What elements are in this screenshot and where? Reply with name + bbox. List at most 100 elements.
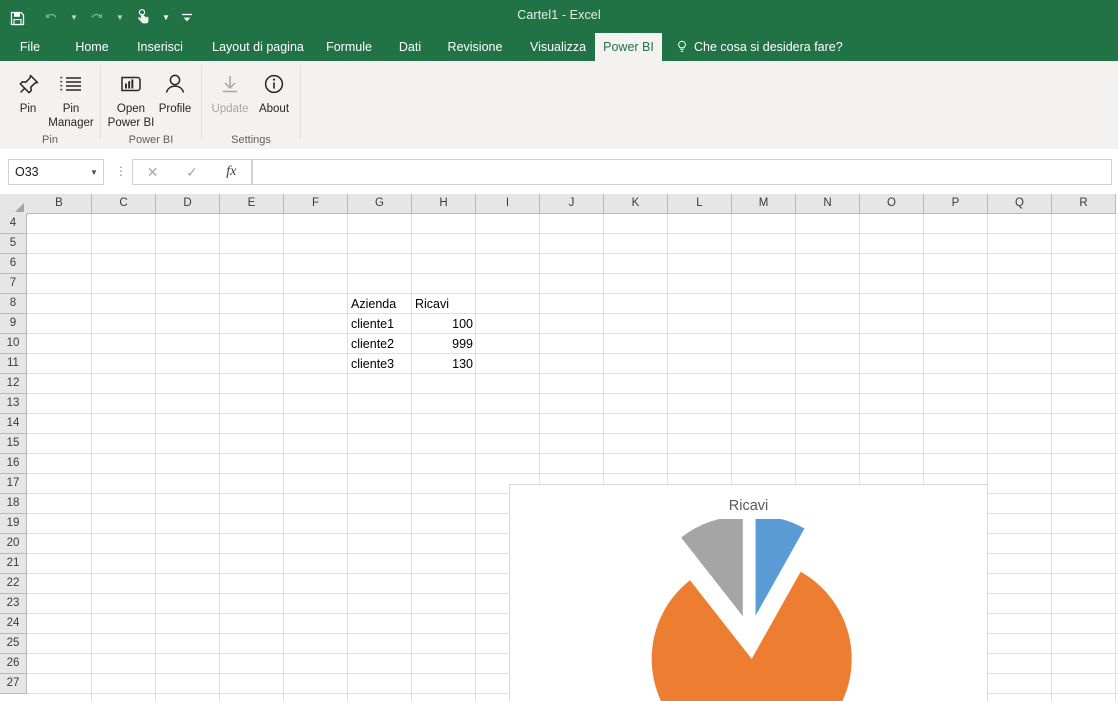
formula-bar-expand-handle[interactable]: ⋮ (114, 163, 128, 181)
column-header-B[interactable]: B (27, 194, 92, 214)
ribbon-tab-revisione[interactable]: Revisione (436, 33, 514, 61)
pin-manager-button[interactable]: Pin Manager (43, 65, 99, 133)
row-header-11[interactable]: 11 (0, 354, 27, 374)
worksheet-grid[interactable]: BCDEFGHIJKLMNOPQR 4 5 6 7 8 9 10 11 12 13 14 15 16 17… (0, 194, 1118, 701)
column-header-E[interactable]: E (220, 194, 284, 214)
lightbulb-icon (676, 40, 688, 55)
column-header-L[interactable]: L (668, 194, 732, 214)
column-header-C[interactable]: C (92, 194, 156, 214)
row-header-25[interactable]: 25 (0, 634, 27, 654)
confirm-formula-icon[interactable]: ✓ (172, 160, 211, 184)
update-button-label: Update (211, 103, 249, 115)
ribbon-group-label-settings: Settings (231, 134, 271, 146)
row-header-21[interactable]: 21 (0, 554, 27, 574)
grid-vline (411, 214, 412, 701)
excel-window: ▼ ▼ ▼ Cartel1 - Excel File Home Inserisci L… (0, 0, 1118, 701)
row-header-20[interactable]: 20 (0, 534, 27, 554)
grid-hline (27, 353, 1118, 354)
grid-hline (27, 333, 1118, 334)
column-header-I[interactable]: I (476, 194, 540, 214)
row-header-13[interactable]: 13 (0, 394, 27, 414)
document-title: Cartel1 - Excel (517, 8, 601, 22)
grid-hline (27, 233, 1118, 234)
formula-input[interactable] (252, 159, 1112, 185)
row-header-18[interactable]: 18 (0, 494, 27, 514)
name-box-dropdown-icon[interactable]: ▼ (85, 168, 103, 177)
column-header-R[interactable]: R (1052, 194, 1116, 214)
row-header-4[interactable]: 4 (0, 214, 27, 234)
column-header-P[interactable]: P (924, 194, 988, 214)
column-header-D[interactable]: D (156, 194, 220, 214)
column-header-F[interactable]: F (284, 194, 348, 214)
column-header-K[interactable]: K (604, 194, 668, 214)
ribbon-tab-formule[interactable]: Formule (318, 33, 380, 61)
row-header-12[interactable]: 12 (0, 374, 27, 394)
ribbon-tab-power-bi[interactable]: Power BI (595, 33, 662, 61)
title-bar: ▼ ▼ ▼ Cartel1 - Excel (0, 0, 1118, 33)
cell-G8[interactable]: Azienda (348, 294, 412, 314)
ribbon-group-powerbi: Open Power BI Profile Power BI (101, 61, 201, 149)
row-header-7[interactable]: 7 (0, 274, 27, 294)
row-header-23[interactable]: 23 (0, 594, 27, 614)
grid-hline (27, 293, 1118, 294)
ribbon-tab-home[interactable]: Home (64, 33, 120, 61)
grid-hline (27, 253, 1118, 254)
column-header-H[interactable]: H (412, 194, 476, 214)
grid-hline (27, 473, 1118, 474)
column-header-Q[interactable]: Q (988, 194, 1052, 214)
chart-title: Ricavi (728, 498, 769, 514)
power-bi-icon (116, 65, 146, 99)
cell-H10[interactable]: 999 (412, 334, 476, 354)
pie-chart-object[interactable]: Ricavi cliente1cliente2cliente3 (509, 484, 988, 701)
column-header-J[interactable]: J (540, 194, 604, 214)
about-button[interactable]: About (246, 65, 302, 133)
cell-G11[interactable]: cliente3 (348, 354, 412, 374)
cancel-formula-icon[interactable]: ✕ (133, 160, 172, 184)
column-header-N[interactable]: N (796, 194, 860, 214)
row-header-5[interactable]: 5 (0, 234, 27, 254)
grid-hline (27, 393, 1118, 394)
row-header-26[interactable]: 26 (0, 654, 27, 674)
column-header-G[interactable]: G (348, 194, 412, 214)
insert-function-icon[interactable]: fx (212, 160, 251, 184)
select-all-corner[interactable] (0, 194, 28, 215)
ribbon-tab-inserisci[interactable]: Inserisci (124, 33, 196, 61)
profile-button-label: Profile (158, 103, 192, 115)
row-header-17[interactable]: 17 (0, 474, 27, 494)
row-header-8[interactable]: 8 (0, 294, 27, 314)
column-header-M[interactable]: M (732, 194, 796, 214)
profile-button[interactable]: Profile (147, 65, 203, 133)
tell-me-box[interactable]: Che cosa si desidera fare? (676, 33, 843, 61)
pie-chart-graphic (651, 519, 852, 701)
cell-G10[interactable]: cliente2 (348, 334, 412, 354)
cell-H8[interactable]: Ricavi (412, 294, 476, 314)
cell-H11[interactable]: 130 (412, 354, 476, 374)
about-info-icon (260, 65, 288, 99)
pie-slice-cliente2[interactable] (651, 571, 852, 701)
name-box[interactable]: O33 ▼ (8, 159, 104, 185)
ribbon-tab-layout-di-pagina[interactable]: Layout di pagina (200, 33, 316, 61)
ribbon-tab-file[interactable]: File (8, 33, 52, 61)
column-header-O[interactable]: O (860, 194, 924, 214)
pin-icon (14, 65, 42, 99)
cell-G9[interactable]: cliente1 (348, 314, 412, 334)
row-header-14[interactable]: 14 (0, 414, 27, 434)
grid-hline (27, 273, 1118, 274)
ribbon-tab-visualizza[interactable]: Visualizza (518, 33, 598, 61)
row-header-22[interactable]: 22 (0, 574, 27, 594)
pin-button-label: Pin (19, 103, 37, 115)
row-header-16[interactable]: 16 (0, 454, 27, 474)
row-header-27[interactable]: 27 (0, 674, 27, 694)
grid-vline (475, 214, 476, 701)
row-header-9[interactable]: 9 (0, 314, 27, 334)
row-header-10[interactable]: 10 (0, 334, 27, 354)
ribbon-tab-dati[interactable]: Dati (390, 33, 430, 61)
formula-action-buttons: ✕ ✓ fx (132, 159, 252, 185)
row-header-24[interactable]: 24 (0, 614, 27, 634)
row-header-6[interactable]: 6 (0, 254, 27, 274)
ribbon-group-label-pin: Pin (42, 134, 58, 146)
name-box-value: O33 (15, 165, 39, 179)
row-header-15[interactable]: 15 (0, 434, 27, 454)
row-header-19[interactable]: 19 (0, 514, 27, 534)
cell-H9[interactable]: 100 (412, 314, 476, 334)
